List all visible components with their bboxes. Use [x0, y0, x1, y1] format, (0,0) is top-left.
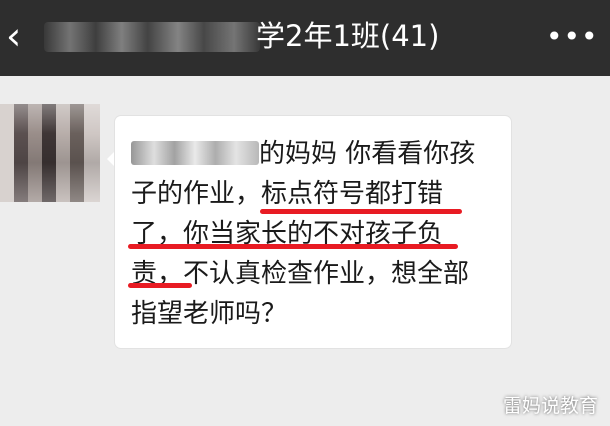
watermark: 雷妈说教育	[502, 395, 598, 417]
chat-header: ‹ 学2年1班(41) •••	[0, 0, 610, 76]
message-line-2: 子的作业，标点符号都打错	[131, 179, 444, 209]
back-chevron-icon[interactable]: ‹	[6, 14, 46, 58]
message-line-5: 指望老师吗？	[131, 299, 288, 329]
message-line-1-text: 的妈妈 你看看你孩	[259, 139, 476, 169]
red-underline-2	[128, 244, 458, 249]
red-underline-1	[260, 209, 462, 214]
blurred-mention	[131, 141, 259, 165]
message-line-1: 的妈妈 你看看你孩	[131, 134, 503, 174]
red-underline-3	[128, 283, 192, 288]
chat-title: 学2年1班(41)	[256, 19, 440, 53]
more-dots-icon[interactable]: •••	[546, 22, 598, 52]
message-line-4: 责，不认真检查作业，想全部	[131, 259, 470, 289]
avatar[interactable]	[0, 104, 100, 202]
message-text: 的妈妈 你看看你孩 子的作业，标点符号都打错 了，你当家长的不对孩子负 责，不认…	[131, 134, 503, 334]
blurred-group-name	[44, 22, 260, 52]
